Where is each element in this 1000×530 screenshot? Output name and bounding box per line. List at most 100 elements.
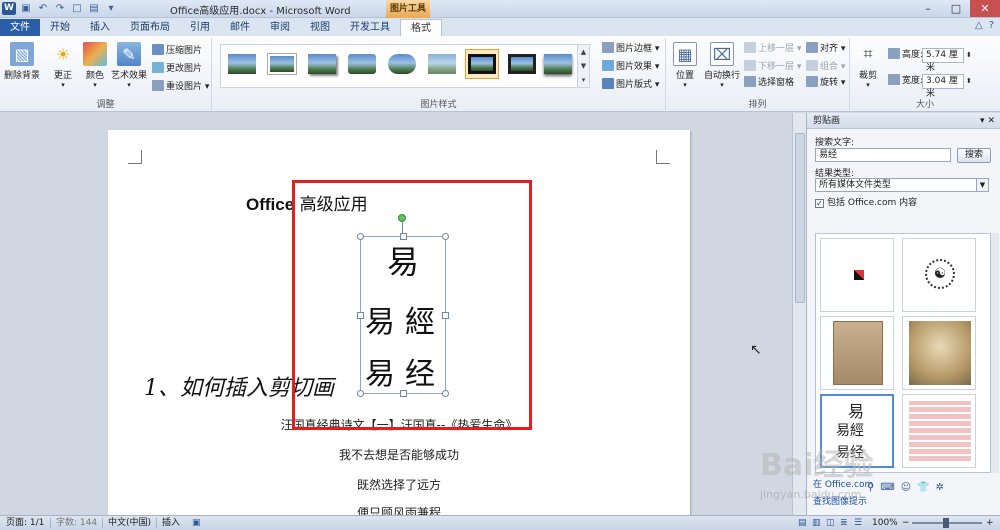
status-page[interactable]: 页面: 1/1 (6, 516, 44, 530)
view-draft-icon[interactable]: ☰ (854, 516, 862, 530)
group-objects-icon (806, 60, 818, 71)
result-type-select[interactable]: 所有媒体文件类型 ▼ (815, 178, 989, 192)
height-spinner[interactable]: ⬍ (966, 48, 972, 62)
status-language[interactable]: 中文(中国) (108, 516, 151, 530)
zoom-slider-knob[interactable] (943, 518, 949, 528)
height-label: 高度: (888, 48, 923, 62)
maximize-button[interactable]: □ (942, 0, 970, 17)
change-picture-button[interactable]: 更改图片 (152, 62, 202, 76)
remove-background-button[interactable]: ▧ 删除背景 (4, 42, 40, 81)
tab-references[interactable]: 引用 (180, 19, 220, 36)
red-highlight-box (292, 180, 532, 430)
style-thumb-3[interactable] (305, 49, 339, 79)
macro-record-icon[interactable]: ▣ (192, 516, 201, 530)
status-insert-mode[interactable]: 插入 (162, 516, 180, 530)
tab-view[interactable]: 视图 (300, 19, 340, 36)
view-web-icon[interactable]: ◫ (826, 516, 835, 530)
shirt-icon[interactable]: 👕 (917, 482, 929, 493)
view-outline-icon[interactable]: ≣ (840, 516, 848, 530)
corrections-button[interactable]: ☀ 更正 ▾ (48, 42, 78, 90)
selection-pane-button[interactable]: 选择窗格 (744, 76, 794, 90)
bring-forward-button[interactable]: 上移一层 ▾ (744, 42, 801, 56)
result-item-1[interactable] (820, 238, 894, 312)
wrap-text-button[interactable]: ⌧ 自动换行 ▾ (702, 42, 742, 89)
send-backward-button[interactable]: 下移一层 ▾ (744, 60, 801, 74)
undo-icon[interactable]: ↶ (36, 2, 50, 15)
placeholder-image-icon (854, 270, 864, 280)
tab-insert[interactable]: 插入 (80, 19, 120, 36)
word-logo-icon[interactable]: W (2, 2, 16, 15)
pane-taskbar-icons: ⚲ ⌨ ☺ 👕 ✲ (867, 482, 944, 493)
search-input[interactable]: 易经 (815, 148, 951, 162)
save-icon[interactable]: ▣ (19, 2, 33, 15)
style-thumb-4[interactable] (345, 49, 379, 79)
group-objects-button[interactable]: 组合 ▾ (806, 60, 845, 74)
style-thumb-9[interactable] (541, 49, 575, 79)
width-input[interactable]: 3.04 厘米 (922, 74, 964, 99)
result-item-4[interactable] (902, 316, 976, 390)
view-print-layout-icon[interactable]: ▤ (798, 516, 807, 530)
height-input[interactable]: 5.74 厘米 (922, 48, 964, 73)
style-thumb-5[interactable] (385, 49, 419, 79)
picture-layout-icon (602, 78, 614, 89)
open-folder-icon[interactable]: ▤ (87, 2, 101, 15)
include-office-checkbox[interactable]: ✓ 包括 Office.com 内容 (815, 195, 917, 208)
rotate-button[interactable]: 旋转 ▾ (806, 76, 845, 90)
vertical-scroll-thumb[interactable] (795, 133, 805, 303)
crop-button[interactable]: ⌗ 裁剪 ▾ (854, 42, 882, 89)
customize-qat-icon[interactable]: ▾ (104, 2, 118, 15)
new-document-icon[interactable]: □ (70, 2, 84, 15)
status-word-count[interactable]: 字数: 144 (56, 516, 97, 530)
position-button[interactable]: ▦ 位置 ▾ (672, 42, 698, 89)
result-item-3[interactable] (820, 316, 894, 390)
picture-effects-button[interactable]: 图片效果 ▾ (602, 60, 659, 74)
close-button[interactable]: ✕ (970, 0, 1000, 17)
style-thumb-1[interactable] (225, 49, 259, 79)
pane-options-icon[interactable]: ▾ (980, 116, 985, 126)
style-thumb-8[interactable] (505, 49, 539, 79)
reset-picture-button[interactable]: 重设图片 ▾ (152, 80, 209, 94)
search-button[interactable]: 搜索 (957, 148, 991, 163)
tab-home[interactable]: 开始 (40, 19, 80, 36)
zoom-out-icon[interactable]: − (902, 516, 910, 530)
picture-layout-button[interactable]: 图片版式 ▾ (602, 78, 659, 92)
group-label-size: 大小 (915, 100, 934, 110)
style-thumb-6[interactable] (425, 49, 459, 79)
zoom-slider[interactable] (912, 518, 982, 528)
artistic-effects-button[interactable]: ✎ 艺术效果 ▾ (110, 42, 148, 89)
results-scrollbar[interactable] (991, 233, 999, 473)
minimize-button[interactable]: – (914, 0, 942, 17)
result-item-2[interactable]: ☯ (902, 238, 976, 312)
width-spinner[interactable]: ⬍ (966, 74, 972, 88)
redo-icon[interactable]: ↷ (53, 2, 67, 15)
pane-close-icon[interactable]: ✕ (987, 116, 995, 126)
tab-file[interactable]: 文件 (0, 19, 40, 36)
user-icon[interactable]: ☺ (901, 482, 911, 493)
zoom-level[interactable]: 100% (872, 516, 898, 530)
view-fullscreen-icon[interactable]: ▥ (812, 516, 821, 530)
picture-border-button[interactable]: 图片边框 ▾ (602, 42, 659, 56)
body-line-2: 我不去想是否能够成功 (338, 448, 459, 462)
tab-review[interactable]: 审阅 (260, 19, 300, 36)
style-thumb-2[interactable] (265, 49, 299, 79)
tab-page-layout[interactable]: 页面布局 (120, 19, 180, 36)
style-thumb-7[interactable] (465, 49, 499, 79)
tools-icon[interactable]: ✲ (936, 482, 944, 493)
help-icon[interactable]: ? (989, 20, 994, 31)
compress-pictures-button[interactable]: 压缩图片 (152, 44, 202, 58)
align-button[interactable]: 对齐 ▾ (806, 42, 845, 56)
gallery-scroll[interactable]: ▲ ▼ ▾ (577, 45, 589, 87)
tab-developer[interactable]: 开发工具 (340, 19, 400, 36)
crop-icon: ⌗ (863, 44, 873, 63)
group-label-adjust: 调整 (96, 100, 115, 110)
keyboard-icon[interactable]: ⌨ (880, 482, 894, 493)
result-item-6[interactable] (902, 394, 976, 468)
width-icon (888, 74, 900, 85)
chevron-down-icon[interactable]: ▼ (976, 179, 988, 191)
body-line-3: 既然选择了远方 (356, 478, 441, 492)
tab-mailings[interactable]: 邮件 (220, 19, 260, 36)
zoom-in-icon[interactable]: + (986, 516, 994, 530)
tab-format[interactable]: 格式 (400, 19, 442, 36)
color-button[interactable]: 颜色 ▾ (80, 42, 110, 89)
minimize-ribbon-icon[interactable]: △ (975, 20, 983, 31)
